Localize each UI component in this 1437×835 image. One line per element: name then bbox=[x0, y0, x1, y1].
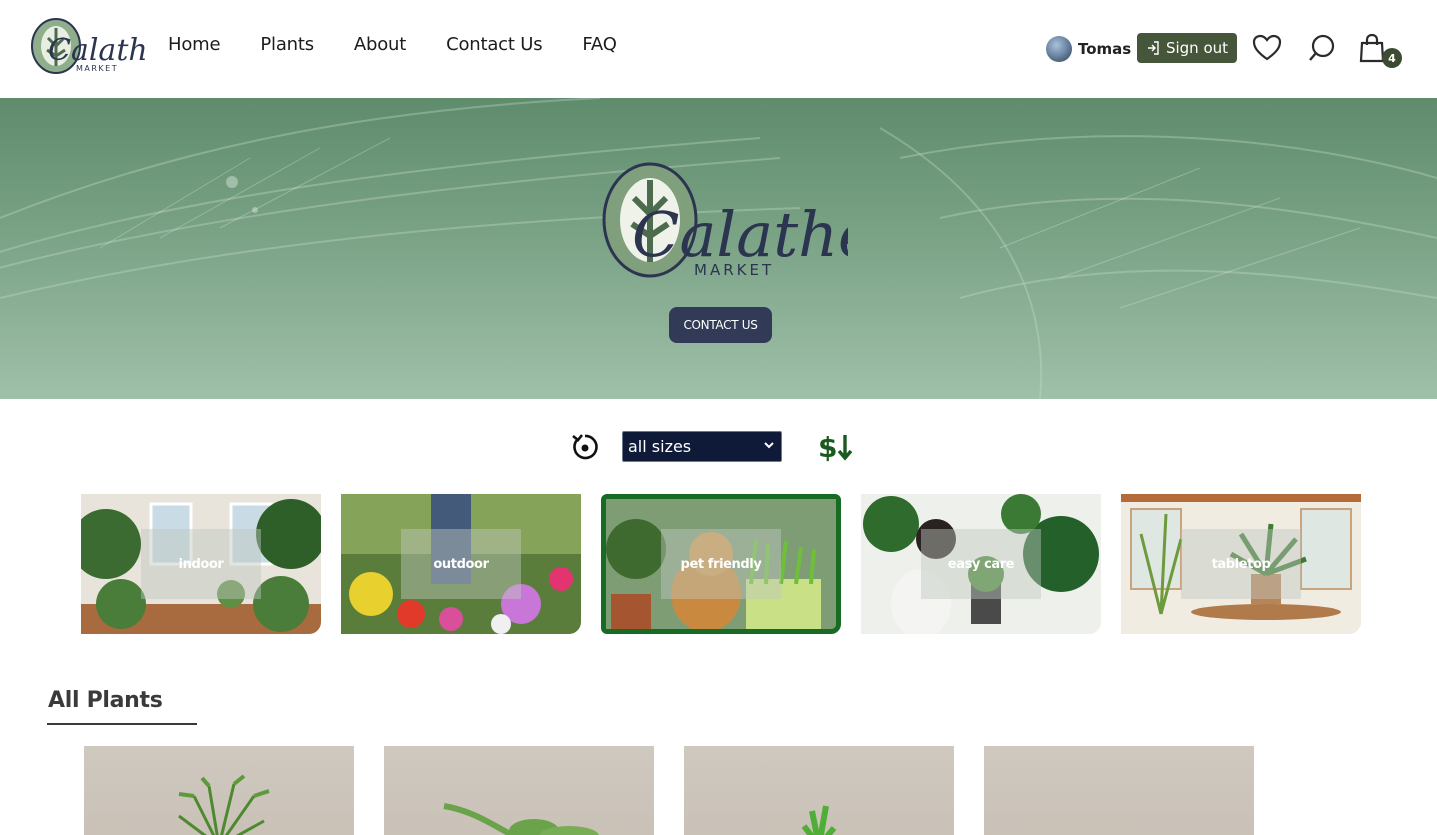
hero-banner: Calathea MARKET CONTACT US bbox=[0, 98, 1437, 399]
svg-text:MARKET: MARKET bbox=[694, 261, 774, 279]
product-card[interactable] bbox=[384, 746, 654, 835]
user-info[interactable]: Tomas bbox=[1046, 36, 1131, 62]
category-outdoor[interactable]: outdoor bbox=[341, 494, 581, 634]
category-label: pet friendly bbox=[661, 529, 781, 599]
category-easy-care[interactable]: easy care bbox=[861, 494, 1101, 634]
product-image bbox=[443, 803, 599, 835]
category-pet-friendly[interactable]: pet friendly bbox=[601, 494, 841, 634]
arrow-down-icon bbox=[838, 435, 853, 461]
main-nav: Home Plants About Contact Us FAQ bbox=[168, 34, 657, 55]
heart-icon[interactable] bbox=[1251, 32, 1283, 64]
product-image bbox=[801, 805, 837, 835]
section-underline bbox=[47, 723, 197, 725]
sign-out-label: Sign out bbox=[1165, 39, 1229, 57]
category-tabletop[interactable]: tabletop bbox=[1121, 494, 1361, 634]
category-label: easy care bbox=[921, 529, 1041, 599]
size-select[interactable]: all sizes bbox=[622, 431, 782, 462]
product-card[interactable] bbox=[684, 746, 954, 835]
nav-faq[interactable]: FAQ bbox=[582, 34, 616, 55]
user-name: Tomas bbox=[1078, 40, 1132, 58]
search-icon[interactable] bbox=[1306, 32, 1338, 64]
contact-us-button[interactable]: CONTACT US bbox=[669, 307, 772, 343]
category-label: indoor bbox=[141, 529, 261, 599]
reset-filters-icon[interactable] bbox=[569, 431, 601, 463]
section-title: All Plants bbox=[48, 688, 163, 713]
hero-logo: Calathea MARKET bbox=[598, 158, 912, 282]
category-label: outdoor bbox=[401, 529, 521, 599]
cart-count-badge: 4 bbox=[1382, 48, 1402, 68]
nav-contact-us[interactable]: Contact Us bbox=[446, 34, 543, 55]
product-card[interactable] bbox=[84, 746, 354, 835]
avatar bbox=[1046, 36, 1072, 62]
sign-out-button[interactable]: Sign out bbox=[1137, 33, 1237, 63]
product-card[interactable] bbox=[984, 746, 1254, 835]
site-logo[interactable]: Calathea MARKET bbox=[30, 16, 183, 76]
sort-price-button[interactable]: $ bbox=[818, 430, 858, 464]
site-header: Calathea MARKET Home Plants About Contac… bbox=[0, 0, 1437, 98]
svg-text:MARKET: MARKET bbox=[76, 64, 118, 73]
chevron-down-icon bbox=[764, 442, 774, 449]
product-image bbox=[178, 774, 270, 835]
price-sort-icon: $ bbox=[818, 430, 838, 464]
category-indoor[interactable]: indoor bbox=[81, 494, 321, 634]
nav-about[interactable]: About bbox=[354, 34, 406, 55]
sign-in-arrow-icon bbox=[1147, 41, 1159, 55]
product-image bbox=[984, 746, 1254, 835]
size-select-value: all sizes bbox=[628, 437, 692, 456]
nav-plants[interactable]: Plants bbox=[260, 34, 314, 55]
nav-home[interactable]: Home bbox=[168, 34, 221, 55]
category-label: tabletop bbox=[1181, 529, 1301, 599]
svg-text:Calathea: Calathea bbox=[48, 33, 148, 68]
